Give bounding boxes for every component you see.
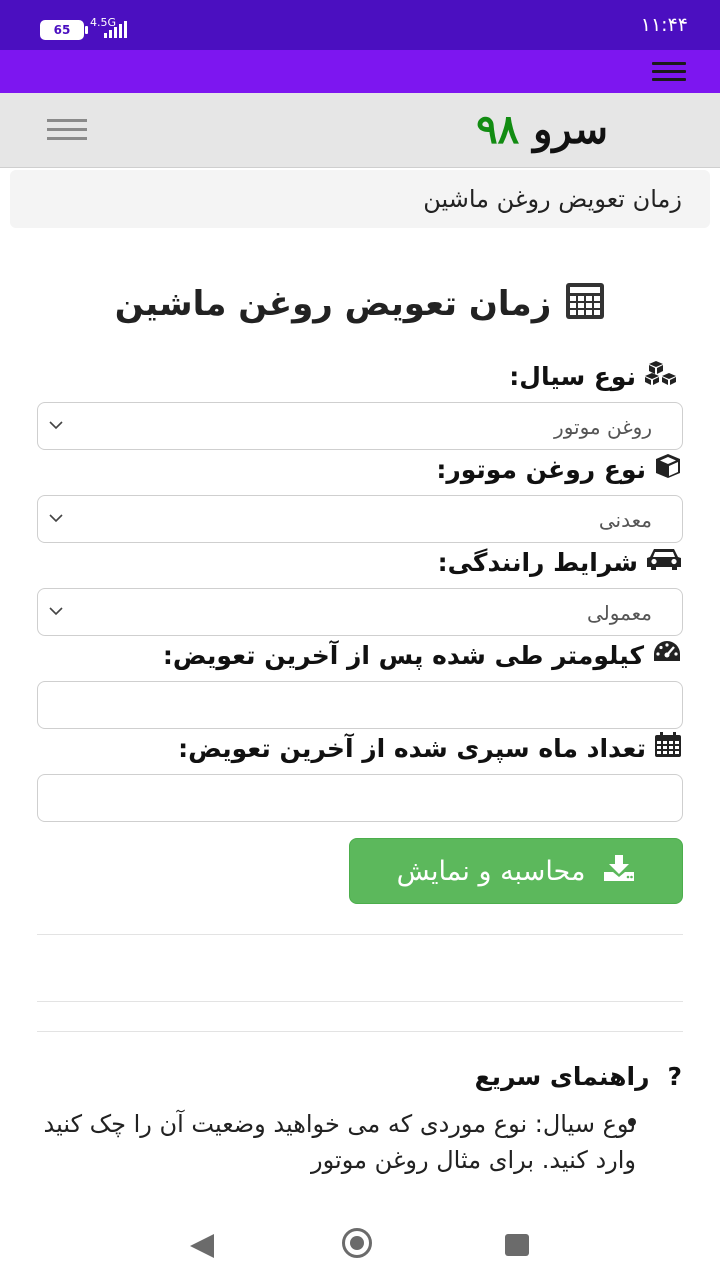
driving-conditions-label-text: شرایط رانندگی: (437, 547, 638, 577)
fluid-type-select[interactable]: روغن موتور (37, 402, 683, 450)
menu-toggle-icon[interactable] (47, 119, 87, 141)
calculate-button-label: محاسبه و نمایش (396, 855, 586, 887)
oil-type-select[interactable]: معدنی (37, 495, 683, 543)
divider (37, 1001, 683, 1002)
chevron-down-icon (49, 514, 63, 523)
menu-icon[interactable] (652, 62, 686, 84)
quick-guide-title-text: راهنمای سریع (474, 1062, 650, 1091)
calendar-icon (654, 732, 682, 764)
top-nav-bar (0, 50, 720, 93)
driving-conditions-label: شرایط رانندگی: (438, 546, 682, 578)
months-label: تعداد ماه سپری شده از آخرین تعویض: (178, 732, 682, 764)
quick-guide-title: ? راهنمای سریع (475, 1062, 682, 1091)
oil-type-label: نوع روغن موتور: (436, 453, 682, 485)
home-icon[interactable] (342, 1228, 372, 1258)
fluid-type-label-text: نوع سیال: (509, 361, 636, 391)
guide-item: نوع سیال: نوع موردی که می خواهید وضعیت آ… (43, 1110, 637, 1174)
signal-icon (104, 20, 127, 38)
status-time: ۱۱:۴۴ (640, 14, 688, 36)
divider (37, 1031, 683, 1032)
download-icon (603, 854, 635, 889)
breadcrumb: زمان تعویض روغن ماشین (10, 170, 710, 228)
page-title-text: زمان تعویض روغن ماشین (114, 284, 552, 324)
oil-type-value: معدنی (598, 508, 652, 532)
page-title: زمان تعویض روغن ماشین (0, 282, 720, 329)
km-input[interactable] (37, 681, 683, 729)
fluid-type-label: نوع سیال: (509, 360, 682, 392)
chevron-down-icon (49, 421, 63, 430)
divider (37, 934, 683, 935)
logo-number: ۹۸ (476, 106, 520, 153)
status-bar: 65 4.5G ۱۱:۴۴ (0, 0, 720, 50)
months-input[interactable] (37, 774, 683, 822)
battery-indicator: 65 (40, 20, 88, 40)
fluid-type-value: روغن موتور (554, 415, 652, 439)
km-label: کیلومتر طی شده پس از آخرین تعویض: (163, 639, 682, 671)
chevron-down-icon (49, 607, 63, 616)
site-logo[interactable]: سرو ۹۸ (476, 106, 608, 153)
months-label-text: تعداد ماه سپری شده از آخرین تعویض: (178, 733, 646, 763)
logo-word: سرو (533, 106, 608, 153)
site-header (0, 93, 720, 168)
driving-conditions-select[interactable]: معمولی (37, 588, 683, 636)
driving-conditions-value: معمولی (586, 601, 652, 625)
cubes-icon (644, 360, 682, 392)
recent-apps-icon[interactable] (505, 1234, 529, 1256)
question-icon: ? (667, 1062, 682, 1091)
car-icon (646, 546, 682, 578)
tachometer-icon (652, 639, 682, 671)
back-icon[interactable] (190, 1234, 214, 1258)
calculate-button[interactable]: محاسبه و نمایش (349, 838, 683, 904)
oil-type-label-text: نوع روغن موتور: (436, 454, 646, 484)
km-label-text: کیلومتر طی شده پس از آخرین تعویض: (162, 640, 644, 670)
calculator-icon (565, 282, 605, 329)
cube-icon (654, 453, 682, 485)
